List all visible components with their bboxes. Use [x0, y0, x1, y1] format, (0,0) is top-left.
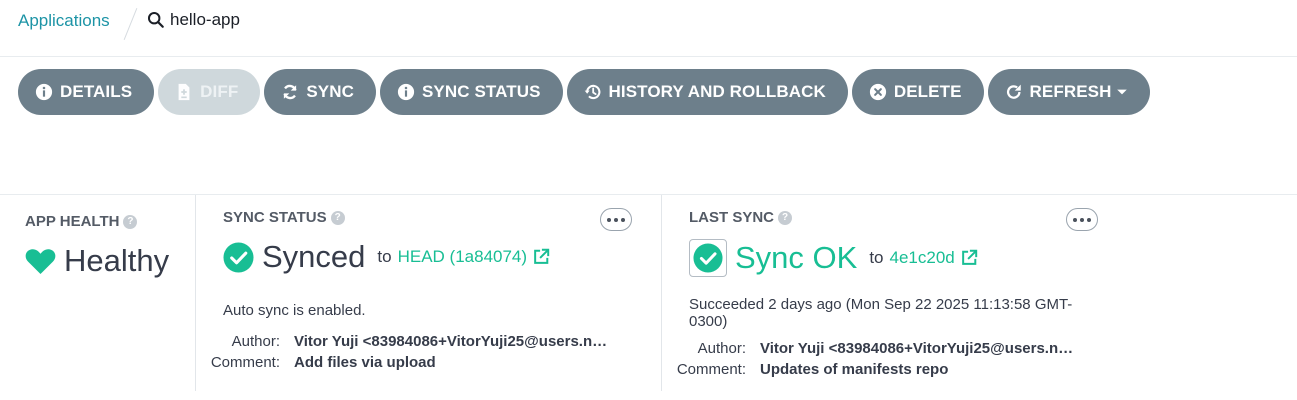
dot [621, 217, 625, 222]
history-and-rollback-button[interactable]: HISTORY AND ROLLBACK [566, 69, 848, 115]
sync-ok-icon-frame [689, 239, 727, 277]
sync-status-button[interactable]: SYNC STATUS [379, 69, 563, 115]
sync-status-to-label: to [377, 247, 392, 266]
delete-button-label: DELETE [893, 82, 962, 101]
breadcrumb-app-name: hello-app [170, 10, 240, 29]
history-icon [584, 84, 600, 100]
last-sync-note: Succeeded 2 days ago (Mon Sep 22 2025 11… [689, 296, 1073, 330]
sync-button-label: SYNC [306, 82, 354, 101]
check-circle-icon [693, 243, 723, 273]
breadcrumb-separator [123, 8, 138, 40]
author-value: Vitor Yuji <83984086+VitorYuji25@users.n… [294, 333, 608, 350]
dot [614, 217, 618, 222]
sync-status-revision-link[interactable]: HEAD (1a84074) [398, 247, 527, 267]
app-health-title: APP HEALTH ? [25, 213, 138, 230]
refresh-button-label: REFRESH [1029, 82, 1112, 101]
last-sync-to-label: to [869, 248, 884, 267]
dot [1080, 217, 1084, 222]
last-sync-status: Sync OK to 4e1c20d [689, 239, 978, 277]
last-sync-title-text: LAST SYNC [689, 209, 775, 226]
comment-label: Comment: [676, 361, 746, 378]
comment-value: Add files via upload [294, 354, 436, 371]
sync-status-status: Synced to HEAD (1a84074) [223, 239, 550, 275]
caret-down-icon [1117, 89, 1128, 95]
app-health-status-text: Healthy [64, 243, 170, 278]
sync-status-more-button[interactable] [600, 208, 632, 231]
external-link-icon[interactable] [532, 248, 550, 266]
author-row: Author: Vitor Yuji <83984086+VitorYuji25… [674, 338, 1080, 359]
app-health-status: Healthy [25, 243, 169, 279]
last-sync-more-button[interactable] [1066, 208, 1098, 231]
author-row: Author: Vitor Yuji <83984086+VitorYuji25… [208, 331, 614, 352]
redo-icon [1006, 84, 1021, 99]
sync-status-note: Auto sync is enabled. [223, 302, 366, 319]
diff-button-label: DIFF [200, 82, 239, 101]
author-label: Author: [697, 340, 746, 357]
sync-status-meta: Author: Vitor Yuji <83984086+VitorYuji25… [208, 331, 614, 373]
external-link-icon[interactable] [960, 249, 978, 267]
top-bar: Applications hello-app [0, 0, 1297, 57]
file-diff-icon [178, 83, 190, 101]
delete-button[interactable]: DELETE [851, 69, 984, 115]
diff-button[interactable]: DIFF [158, 69, 261, 115]
details-button-label: DETAILS [60, 82, 133, 101]
search-icon [147, 11, 164, 28]
app-health-panel: APP HEALTH ? Healthy [0, 195, 196, 391]
last-sync-revision-link[interactable]: 4e1c20d [890, 248, 955, 268]
breadcrumb-current: hello-app [147, 10, 240, 30]
sync-status-title-text: SYNC STATUS [223, 209, 327, 226]
action-toolbar: DETAILS DIFF SYNC SYNC STATUS HISTORY AN… [18, 69, 1151, 115]
app-health-title-text: APP HEALTH [25, 213, 120, 230]
details-button[interactable]: DETAILS [18, 69, 155, 115]
last-sync-status-text: Sync OK [735, 240, 858, 275]
sync-icon [283, 84, 297, 100]
times-circle-icon [869, 83, 886, 101]
sync-status-text: Synced [262, 239, 366, 274]
dot [607, 217, 611, 222]
last-sync-panel: LAST SYNC ? Sync OK to 4e1c20d Succeeded… [662, 195, 1122, 391]
dot [1087, 217, 1091, 222]
sync-button[interactable]: SYNC [264, 69, 376, 115]
last-sync-title: LAST SYNC ? [689, 209, 793, 226]
comment-row: Comment: Add files via upload [208, 352, 614, 373]
check-circle-icon [223, 241, 254, 273]
last-sync-meta: Author: Vitor Yuji <83984086+VitorYuji25… [674, 338, 1080, 380]
info-circle-icon [35, 83, 53, 101]
sync-status-panel: SYNC STATUS ? Synced to HEAD (1a84074) A… [196, 195, 662, 391]
help-icon[interactable]: ? [123, 214, 138, 229]
sync-status-button-label: SYNC STATUS [421, 82, 541, 101]
comment-row: Comment: Updates of manifests repo [674, 359, 1080, 380]
history-and-rollback-button-label: HISTORY AND ROLLBACK [608, 82, 826, 101]
sync-status-title: SYNC STATUS ? [223, 209, 345, 226]
author-value: Vitor Yuji <83984086+VitorYuji25@users.n… [760, 340, 1074, 357]
heart-icon [25, 248, 56, 274]
comment-label: Comment: [210, 354, 280, 371]
help-icon[interactable]: ? [330, 210, 345, 225]
refresh-button[interactable]: REFRESH [987, 69, 1151, 115]
help-icon[interactable]: ? [778, 210, 793, 225]
breadcrumb-applications-link[interactable]: Applications [18, 11, 110, 31]
info-circle-icon [397, 83, 415, 101]
comment-value: Updates of manifests repo [760, 361, 949, 378]
dot [1073, 217, 1077, 222]
author-label: Author: [231, 333, 280, 350]
